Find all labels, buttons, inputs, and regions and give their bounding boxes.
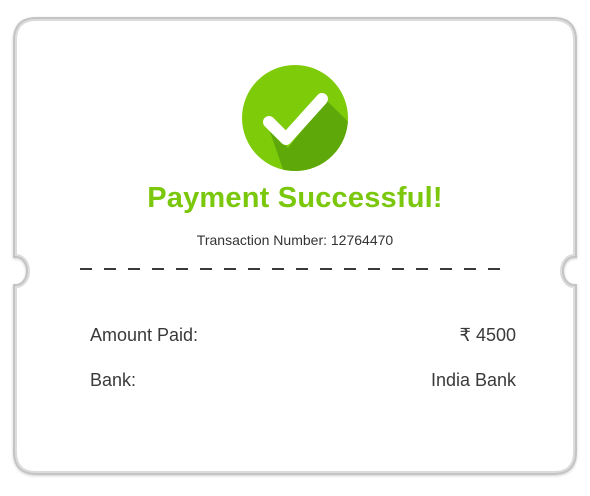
amount-row: Amount Paid: ₹ 4500	[90, 325, 516, 346]
check-circle-icon	[242, 65, 348, 171]
bank-row: Bank: India Bank	[90, 370, 516, 391]
dashed-divider	[80, 268, 512, 270]
transaction-number: Transaction Number: 12764470	[196, 232, 394, 248]
bank-value: India Bank	[430, 370, 516, 390]
payment-status-title: Payment Successful!	[147, 182, 443, 214]
amount-value: ₹ 4500	[459, 325, 517, 345]
amount-label: Amount Paid:	[90, 325, 199, 345]
payment-receipt: Payment Successful! Transaction Number: …	[0, 0, 590, 496]
bank-label: Bank:	[90, 370, 137, 390]
